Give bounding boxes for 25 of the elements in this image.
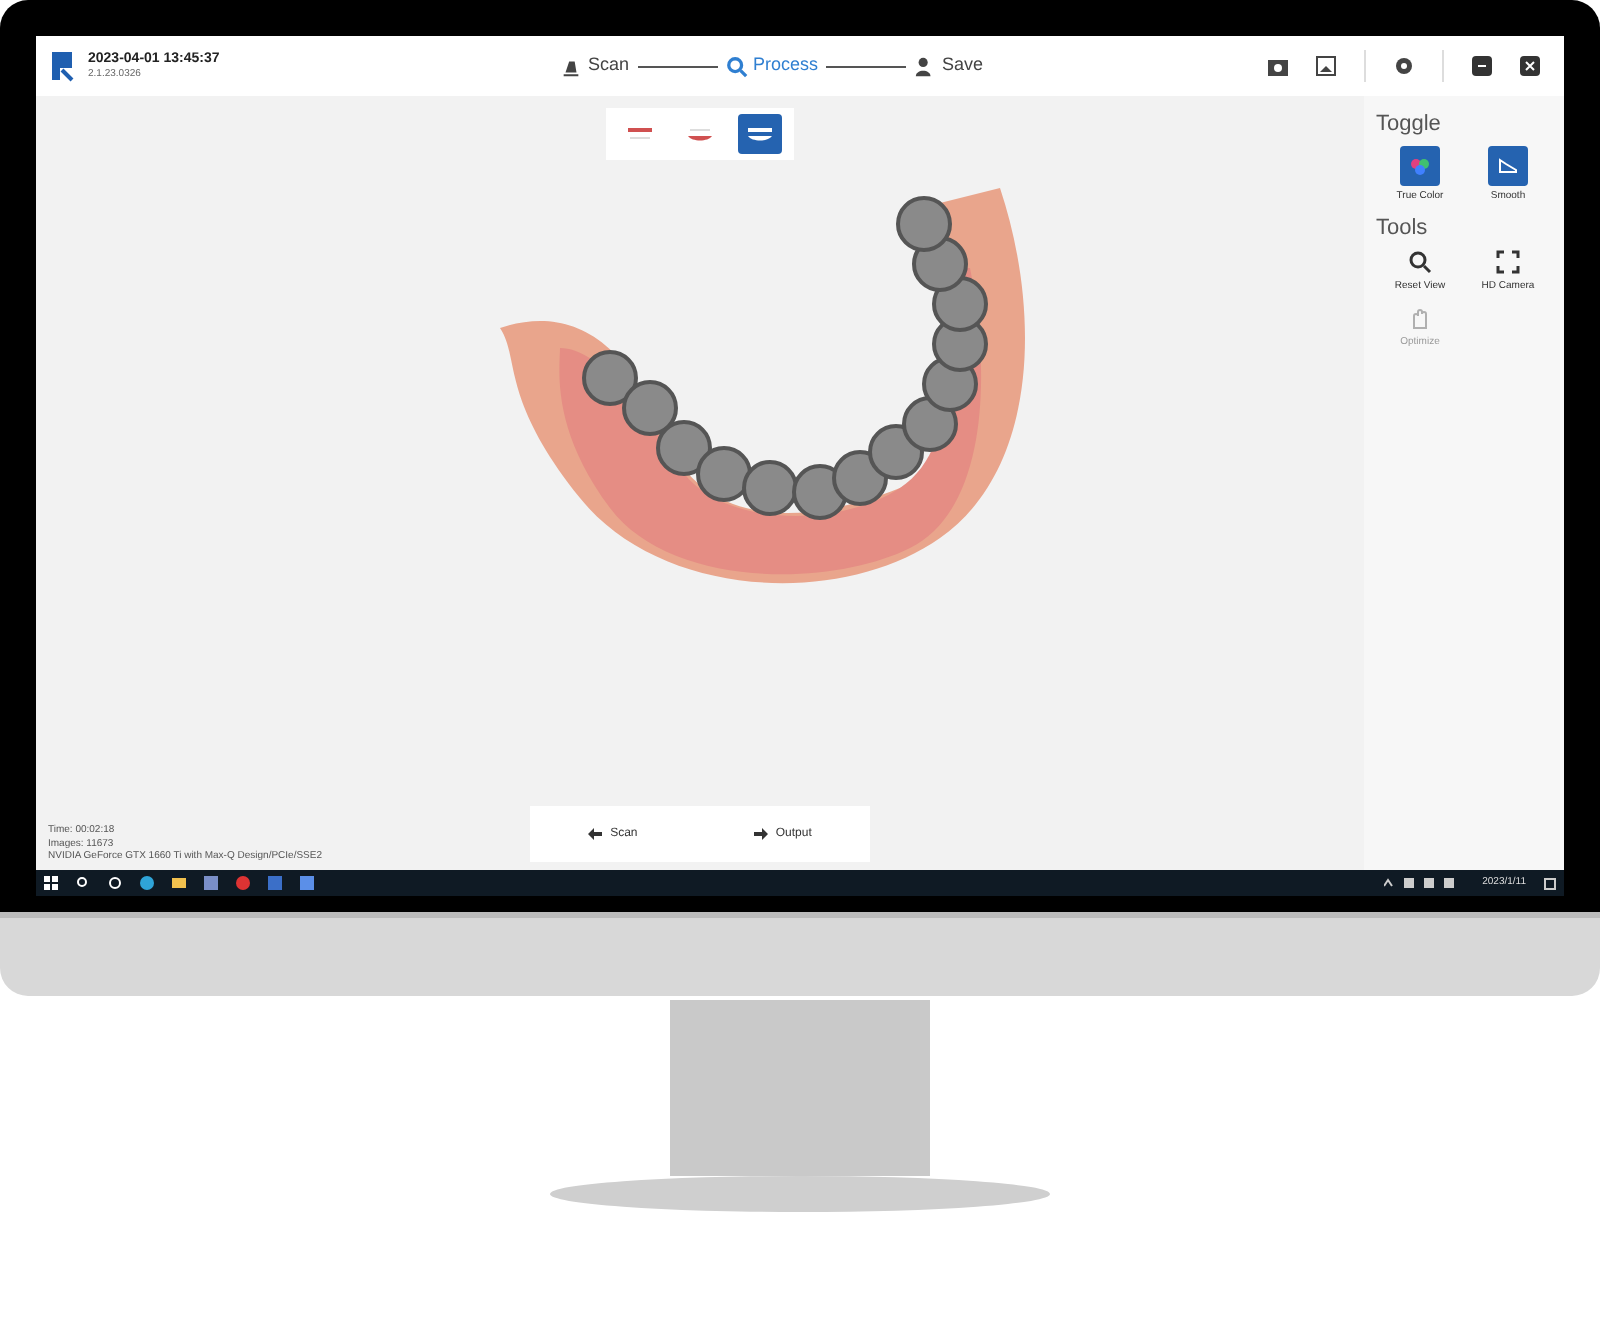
section-title: Toggle bbox=[1376, 110, 1443, 140]
section-title: Tools bbox=[1376, 214, 1430, 244]
right-arrow-icon bbox=[753, 828, 768, 840]
color-circle-icon bbox=[1408, 153, 1432, 177]
step-tab[interactable]: Process bbox=[725, 52, 819, 80]
jaw-view-icon bbox=[744, 122, 776, 146]
search-icon bbox=[1408, 249, 1432, 273]
notification-icon[interactable] bbox=[1544, 877, 1556, 889]
task-view-icon[interactable] bbox=[108, 876, 122, 890]
windows-start-icon[interactable] bbox=[44, 876, 58, 890]
close-icon[interactable] bbox=[1520, 56, 1540, 76]
step-tab[interactable]: Save bbox=[914, 52, 984, 80]
search-icon[interactable] bbox=[76, 876, 90, 890]
view-mode-button[interactable] bbox=[738, 114, 782, 154]
left-arrow-icon bbox=[588, 828, 603, 840]
minimize-icon[interactable] bbox=[1472, 56, 1492, 76]
image-icon[interactable] bbox=[1316, 56, 1336, 76]
magnifier-icon bbox=[725, 55, 748, 77]
folder-icon[interactable] bbox=[172, 876, 186, 890]
record-icon[interactable] bbox=[236, 876, 250, 890]
settings-icon[interactable] bbox=[1394, 56, 1414, 76]
camera-icon[interactable] bbox=[1268, 56, 1288, 76]
browser-icon[interactable] bbox=[140, 876, 154, 890]
step-tab[interactable]: Scan bbox=[560, 52, 630, 80]
focus-frame-icon bbox=[1496, 249, 1520, 273]
